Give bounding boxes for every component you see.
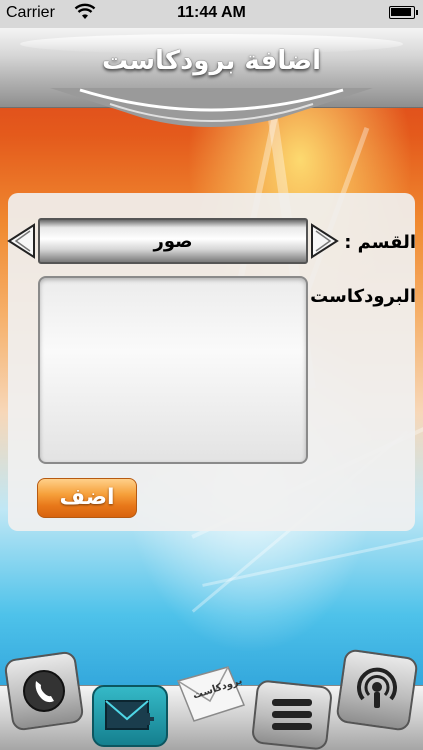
next-section-arrow-icon[interactable] <box>310 223 340 259</box>
section-value: صور <box>153 231 193 252</box>
podcast-microphone-icon <box>357 667 397 708</box>
broadcast-label: البرودكاست : <box>296 286 416 307</box>
battery-icon <box>389 6 418 19</box>
phone-icon <box>23 670 65 712</box>
tab-menu[interactable] <box>250 679 334 750</box>
clock-label: 11:44 AM <box>177 4 246 21</box>
header-chevron-decoration <box>50 88 373 127</box>
previous-section-arrow-icon[interactable] <box>6 223 36 259</box>
tab-phone[interactable] <box>3 650 85 732</box>
section-label: القسم : <box>344 232 416 253</box>
status-bar: Carrier 11:44 AM <box>0 0 423 28</box>
add-button[interactable]: اضف <box>37 478 137 518</box>
header: اضافة برودكاست <box>0 28 423 140</box>
mail-icon <box>105 700 154 730</box>
section-selector[interactable]: صور <box>38 218 308 264</box>
menu-list-icon <box>272 699 312 730</box>
tab-bar: برودكاست <box>0 645 423 750</box>
tab-broadcast[interactable]: برودكاست <box>172 663 250 727</box>
page-title: اضافة برودكاست <box>101 46 322 76</box>
broadcast-textarea[interactable] <box>38 276 308 464</box>
tab-messages[interactable] <box>92 685 168 747</box>
tab-podcast[interactable] <box>335 648 419 732</box>
